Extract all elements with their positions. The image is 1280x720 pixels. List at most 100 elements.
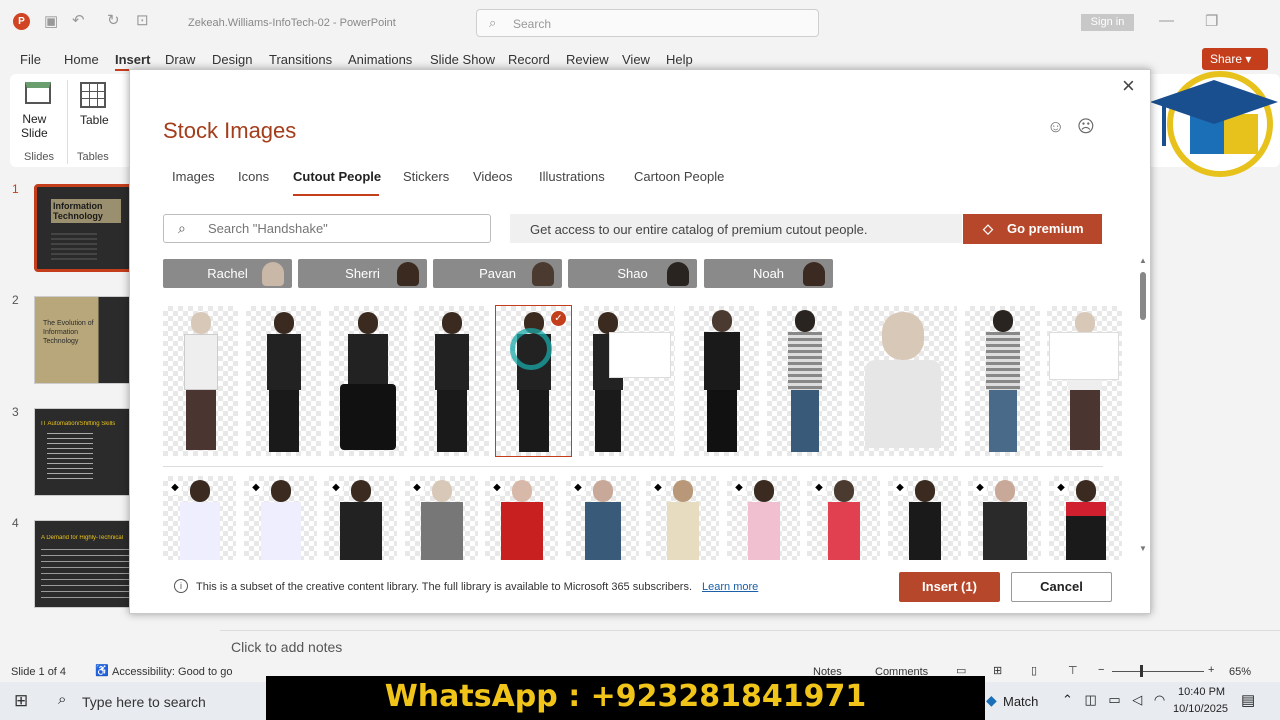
menu-slide-show[interactable]: Slide Show	[430, 52, 495, 67]
zoom-in-icon[interactable]: +	[1208, 664, 1214, 676]
stock-search-box[interactable]: ⌕	[163, 214, 491, 243]
tab-cartoon-people[interactable]: Cartoon People	[634, 169, 724, 184]
cutout-image-tile[interactable]	[414, 306, 489, 456]
slide-thumb-4[interactable]: A Demand for Highly-Technical	[34, 520, 134, 608]
premium-image-tile[interactable]: ◆	[888, 476, 961, 560]
scroll-up-icon[interactable]: ▲	[1139, 256, 1147, 265]
save-icon[interactable]: ▣	[44, 12, 58, 30]
undo-icon[interactable]: ↶	[72, 11, 85, 29]
premium-image-tile[interactable]: ◆	[968, 476, 1041, 560]
network-icon: ◆	[986, 692, 997, 708]
tab-stickers[interactable]: Stickers	[403, 169, 449, 184]
premium-image-tile[interactable]: ◆	[324, 476, 397, 560]
maximize-icon[interactable]: ❐	[1205, 12, 1218, 30]
person-figure	[982, 480, 1027, 560]
slide-thumb-1[interactable]: Information Technology	[34, 184, 134, 272]
person-figure	[827, 480, 860, 560]
tab-icons[interactable]: Icons	[238, 169, 269, 184]
cutout-image-tile[interactable]	[767, 306, 842, 456]
close-icon[interactable]: ×	[1122, 73, 1135, 99]
go-premium-button[interactable]: ◇ Go premium	[963, 214, 1102, 244]
zoom-level[interactable]: 65%	[1229, 666, 1251, 678]
cutout-image-tile[interactable]	[579, 306, 675, 456]
minimize-icon[interactable]: —	[1159, 12, 1174, 29]
scrollbar[interactable]: ▲ ▼	[1138, 256, 1150, 558]
menu-animations[interactable]: Animations	[348, 52, 412, 67]
person-figure	[908, 480, 941, 560]
premium-image-tile[interactable]: ◆	[163, 476, 236, 560]
menu-review[interactable]: Review	[566, 52, 609, 67]
learn-more-link[interactable]: Learn more	[702, 581, 758, 593]
cutout-image-tile[interactable]	[1047, 306, 1122, 456]
menu-view[interactable]: View	[622, 52, 650, 67]
zoom-slider-thumb[interactable]	[1140, 665, 1143, 677]
frown-feedback-icon[interactable]: ☹	[1077, 117, 1095, 137]
scrollbar-thumb[interactable]	[1140, 272, 1146, 320]
menu-transitions[interactable]: Transitions	[269, 52, 332, 67]
slideshow-icon[interactable]: ⊤	[1068, 664, 1078, 677]
cutout-image-tile[interactable]	[329, 306, 407, 456]
cutout-image-tile[interactable]	[965, 306, 1040, 456]
table-button[interactable]: Table	[80, 113, 109, 127]
new-slide-icon[interactable]	[25, 82, 51, 104]
premium-image-tile[interactable]: ◆	[1049, 476, 1122, 560]
notes-placeholder: Click to add notes	[231, 639, 343, 655]
premium-image-tile[interactable]: ◆	[244, 476, 317, 560]
premium-image-tile[interactable]: ◆	[807, 476, 880, 560]
insert-button[interactable]: Insert (1)	[899, 572, 1000, 602]
zoom-out-icon[interactable]: −	[1098, 664, 1104, 676]
menu-help[interactable]: Help	[666, 52, 693, 67]
tray-icons[interactable]: ⌃ ◫ ▭ ◁ ◠	[1062, 692, 1169, 708]
premium-image-tile[interactable]: ◆	[566, 476, 639, 560]
cancel-button[interactable]: Cancel	[1011, 572, 1112, 602]
taskbar-search[interactable]: Type here to search	[82, 694, 206, 710]
zoom-slider[interactable]	[1112, 671, 1204, 672]
new-slide-button[interactable]: New Slide	[21, 112, 48, 140]
cursor-highlight	[510, 328, 552, 370]
person-chip-pavan[interactable]: Pavan	[433, 259, 562, 288]
person-figure	[260, 480, 301, 560]
menu-insert[interactable]: Insert	[115, 52, 150, 67]
slide-sorter-icon[interactable]: ⊞	[993, 664, 1002, 677]
tab-videos[interactable]: Videos	[473, 169, 513, 184]
search-box[interactable]: ⌕ Search	[476, 9, 819, 37]
cutout-image-tile[interactable]	[246, 306, 321, 456]
cutout-image-tile[interactable]	[849, 306, 957, 456]
scroll-down-icon[interactable]: ▼	[1139, 544, 1147, 553]
cutout-image-tile-selected[interactable]: ✓	[495, 305, 572, 457]
slide-thumb-2[interactable]: The Evolution of Information Technology	[34, 296, 134, 384]
sign-in-button[interactable]: Sign in	[1081, 14, 1134, 31]
windows-start-icon[interactable]: ⊞	[14, 691, 28, 711]
accessibility-status[interactable]: Accessibility: Good to go	[112, 666, 232, 678]
person-chip-rachel[interactable]: Rachel	[163, 259, 292, 288]
tab-images[interactable]: Images	[172, 169, 215, 184]
menu-home[interactable]: Home	[64, 52, 99, 67]
slide-thumb-3[interactable]: IT Automation/Shifting Skills	[34, 408, 134, 496]
premium-image-tile[interactable]: ◆	[646, 476, 719, 560]
menu-design[interactable]: Design	[212, 52, 252, 67]
cutout-image-tile[interactable]	[684, 306, 759, 456]
notification-icon[interactable]: ▤	[1241, 691, 1255, 709]
table-icon[interactable]	[80, 82, 106, 108]
menu-record[interactable]: Record	[508, 52, 550, 67]
notes-pane[interactable]: Click to add notes	[220, 630, 1280, 660]
redo-icon[interactable]: ↻	[107, 11, 120, 29]
search-icon: ⌕	[489, 15, 497, 30]
premium-image-tile[interactable]: ◆	[727, 476, 800, 560]
premium-diamond-icon: ◆	[651, 481, 665, 495]
premium-image-tile[interactable]: ◆	[485, 476, 558, 560]
menu-draw[interactable]: Draw	[165, 52, 195, 67]
presentation-icon[interactable]: ⊡	[136, 11, 149, 29]
tab-illustrations[interactable]: Illustrations	[539, 169, 605, 184]
person-chip-sherri[interactable]: Sherri	[298, 259, 427, 288]
tab-cutout-people[interactable]: Cutout People	[293, 169, 381, 184]
person-chip-shao[interactable]: Shao	[568, 259, 697, 288]
menu-file[interactable]: File	[20, 52, 41, 67]
person-chip-noah[interactable]: Noah	[704, 259, 833, 288]
blank-sign-board	[609, 332, 671, 378]
cutout-image-tile[interactable]	[163, 306, 238, 456]
reading-view-icon[interactable]: ▯	[1031, 664, 1037, 677]
smile-feedback-icon[interactable]: ☺	[1047, 117, 1064, 137]
stock-search-input[interactable]	[208, 221, 478, 236]
premium-image-tile[interactable]: ◆	[405, 476, 478, 560]
